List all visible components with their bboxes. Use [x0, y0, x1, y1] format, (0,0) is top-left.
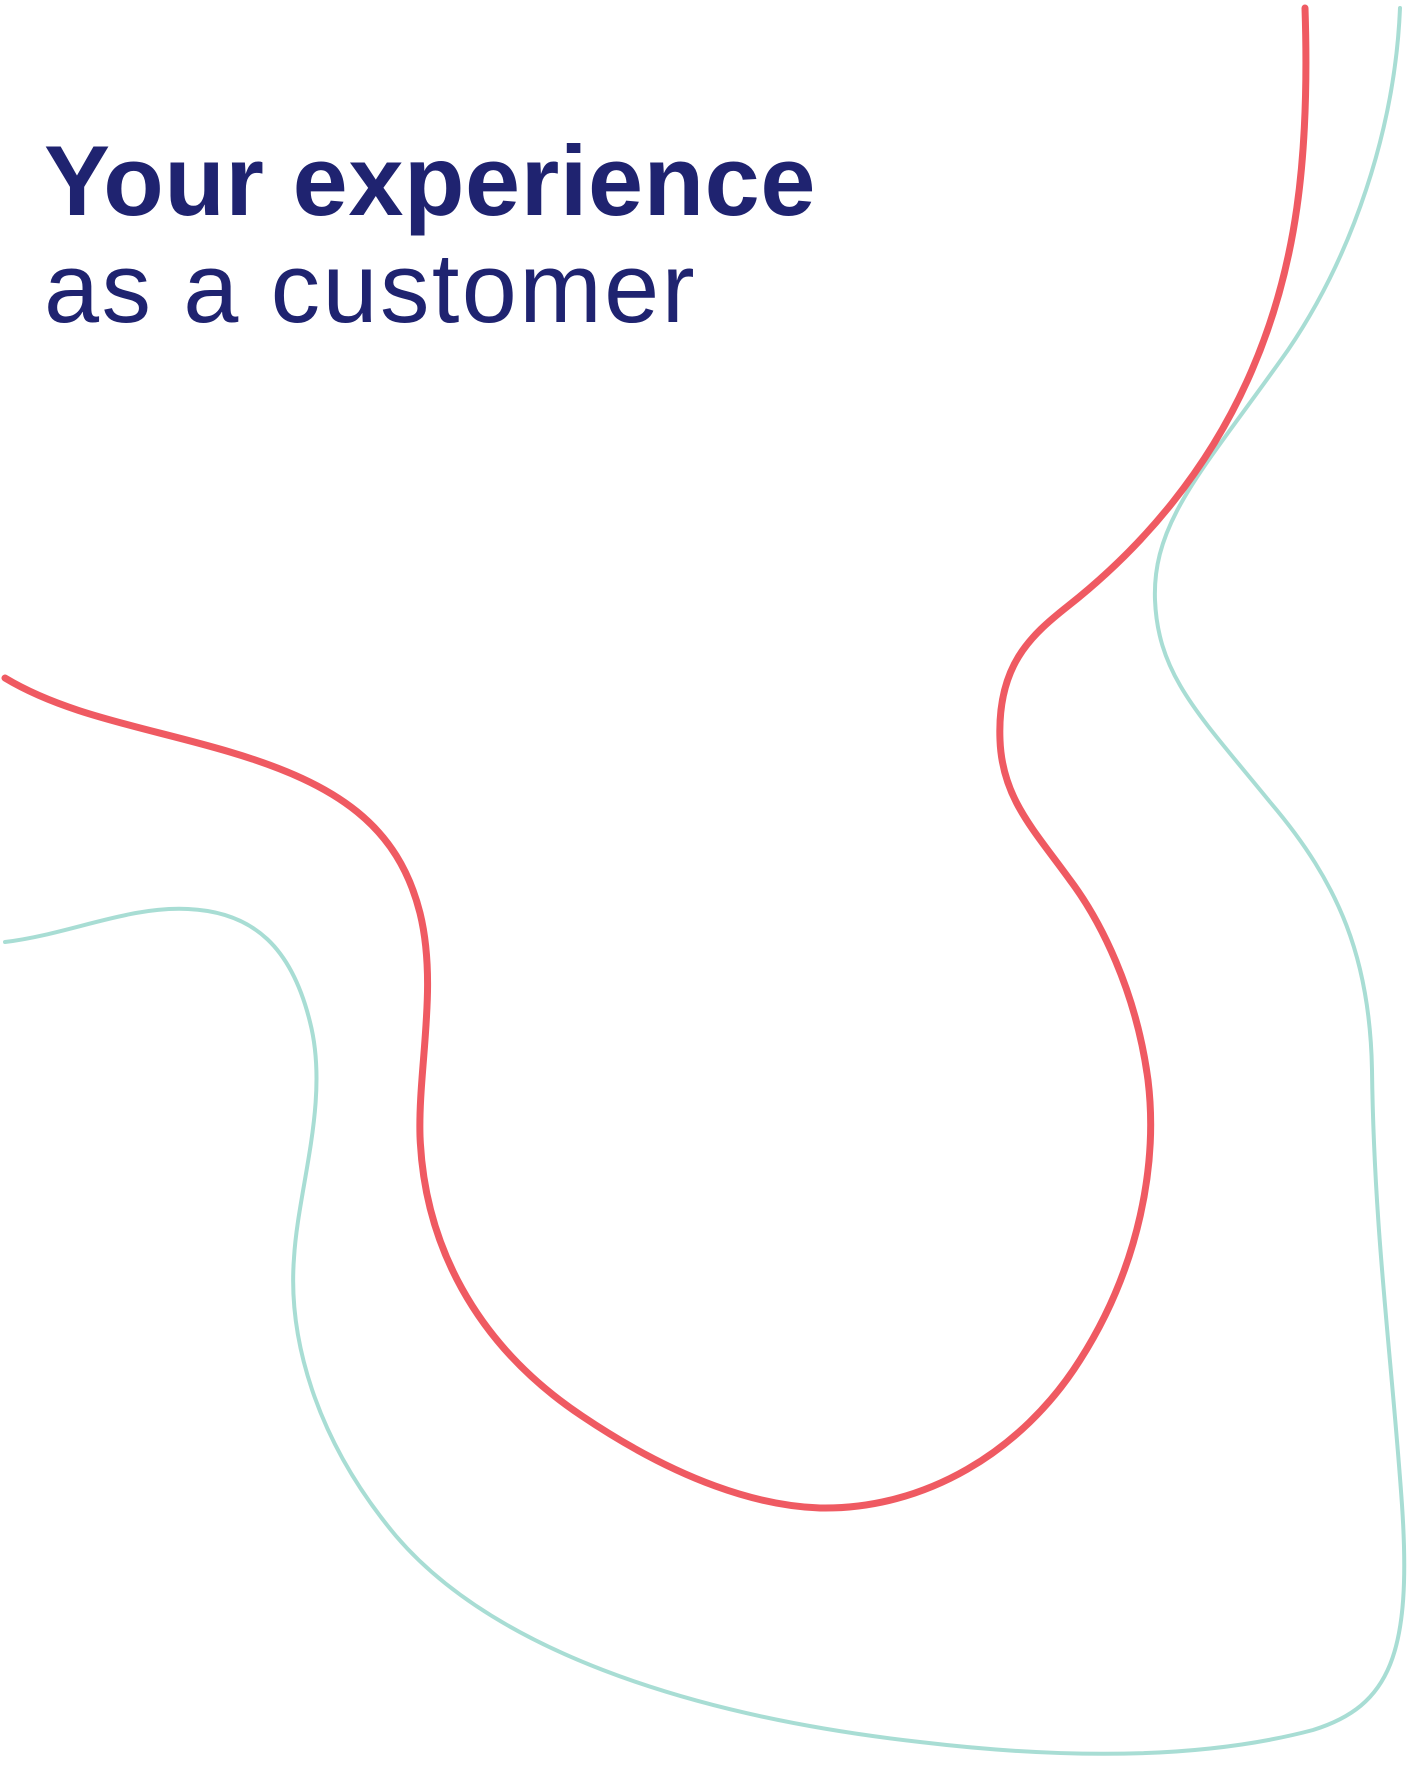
- title-bold-line: Your experience: [44, 125, 816, 236]
- page-title: Your experience as a customer: [44, 128, 816, 343]
- document-page: Your experience as a customer: [0, 0, 1421, 1767]
- title-light-line: as a customer: [44, 231, 697, 343]
